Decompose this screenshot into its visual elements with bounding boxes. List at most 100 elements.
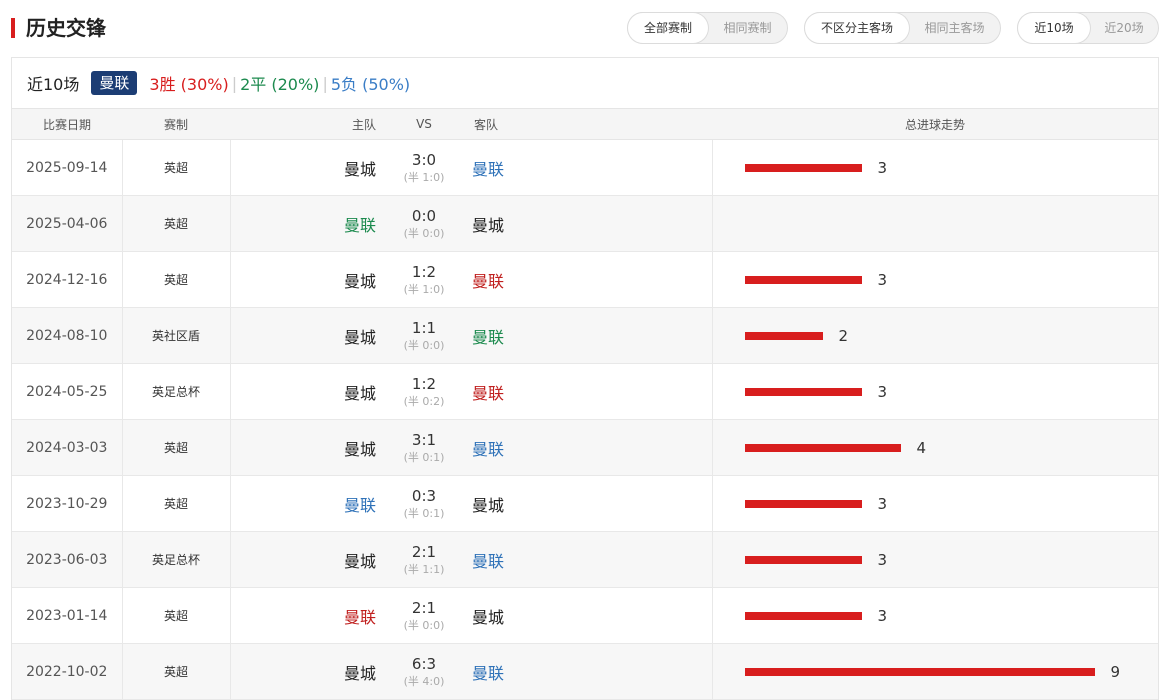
away-team[interactable]: 曼城 bbox=[464, 587, 713, 644]
match-date: 2023-01-14 bbox=[12, 587, 123, 644]
home-team[interactable]: 曼城 bbox=[230, 532, 384, 588]
table-row[interactable]: 2022-10-02 英超 曼城 6:3 (半 4:0) 曼联 9 bbox=[12, 643, 1159, 700]
total-goals-bar bbox=[744, 387, 862, 396]
half-time-score: (半 0:1) bbox=[403, 450, 445, 464]
total-goals-bar-wrap: 9 bbox=[744, 662, 1159, 682]
table-header: 比赛日期 赛制 主队 VS 客队 总进球走势 bbox=[12, 108, 1158, 140]
col-total-trend: 总进球走势 bbox=[712, 108, 1158, 140]
away-team[interactable]: 曼城 bbox=[464, 475, 713, 532]
total-goals-value: 3 bbox=[877, 494, 888, 513]
total-goals-value: 3 bbox=[877, 606, 888, 625]
home-team[interactable]: 曼联 bbox=[230, 588, 384, 644]
total-goals-bar-wrap: 3 bbox=[744, 158, 1159, 178]
away-team[interactable]: 曼联 bbox=[464, 531, 713, 588]
total-goals-value: 3 bbox=[877, 158, 888, 177]
home-team[interactable]: 曼城 bbox=[230, 364, 384, 420]
home-team[interactable]: 曼城 bbox=[230, 644, 384, 700]
col-away: 客队 bbox=[464, 108, 712, 140]
table-row[interactable]: 2023-01-14 英超 曼联 2:1 (半 0:0) 曼城 3 bbox=[12, 587, 1159, 644]
summary-separator: | bbox=[231, 73, 238, 93]
h2h-summary: 近10场 曼联 3胜 (30%) | 2平 (20%) | 5负 (50%) bbox=[12, 58, 1158, 108]
total-goals-trend: 4 bbox=[712, 420, 1158, 476]
match-date: 2023-10-29 bbox=[12, 475, 123, 532]
home-team[interactable]: 曼城 bbox=[230, 420, 384, 476]
home-team[interactable]: 曼联 bbox=[230, 196, 384, 252]
half-time-score: (半 0:0) bbox=[403, 618, 445, 632]
total-goals-bar-wrap: 3 bbox=[744, 606, 1159, 626]
total-goals-bar bbox=[744, 443, 901, 452]
match-competition: 英超 bbox=[122, 587, 231, 644]
table-row[interactable]: 2023-06-03 英足总杯 曼城 2:1 (半 1:1) 曼联 3 bbox=[12, 531, 1158, 588]
count-filter: 近10场 近20场 bbox=[1017, 12, 1159, 44]
total-goals-bar bbox=[744, 275, 862, 284]
match-score-cell: 3:0 (半 1:0) bbox=[384, 140, 464, 196]
filter-any-venue[interactable]: 不区分主客场 bbox=[805, 13, 909, 43]
match-score-cell: 6:3 (半 4:0) bbox=[384, 644, 464, 700]
full-time-score: 1:2 bbox=[411, 262, 437, 281]
half-time-score: (半 1:0) bbox=[403, 282, 445, 296]
away-team[interactable]: 曼联 bbox=[464, 363, 713, 420]
match-date: 2025-09-14 bbox=[12, 139, 123, 196]
table-row[interactable]: 2024-03-03 英超 曼城 3:1 (半 0:1) 曼联 4 bbox=[12, 419, 1158, 476]
summary-separator: | bbox=[322, 73, 328, 93]
home-team[interactable]: 曼城 bbox=[230, 252, 384, 308]
half-time-score: (半 0:1) bbox=[403, 506, 445, 520]
table-row[interactable]: 2024-08-10 英社区盾 曼城 1:1 (半 0:0) 曼联 2 bbox=[12, 307, 1158, 364]
match-competition: 英超 bbox=[122, 139, 231, 196]
match-score-cell: 1:2 (半 0:2) bbox=[384, 364, 464, 420]
filter-same-venue[interactable]: 相同主客场 bbox=[909, 13, 1000, 43]
total-goals-trend: 2 bbox=[712, 308, 1158, 364]
match-score-cell: 3:1 (半 0:1) bbox=[384, 420, 464, 476]
total-goals-bar-wrap: 3 bbox=[744, 382, 1159, 402]
home-team[interactable]: 曼城 bbox=[230, 140, 384, 196]
table-row[interactable]: 2024-05-25 英足总杯 曼城 1:2 (半 0:2) 曼联 3 bbox=[12, 363, 1159, 420]
total-goals-value: 3 bbox=[877, 270, 888, 289]
summary-wins: 3胜 (30%) bbox=[149, 75, 229, 94]
total-goals-value: 2 bbox=[838, 326, 849, 345]
half-time-score: (半 0:0) bbox=[403, 338, 445, 352]
total-goals-bar-wrap: 4 bbox=[744, 438, 1159, 458]
col-date: 比赛日期 bbox=[12, 108, 122, 140]
match-score-cell: 0:0 (半 0:0) bbox=[384, 196, 464, 252]
filter-same-competition[interactable]: 相同赛制 bbox=[708, 13, 787, 43]
filter-all-competitions[interactable]: 全部赛制 bbox=[628, 13, 708, 43]
table-row[interactable]: 2024-12-16 英超 曼城 1:2 (半 1:0) 曼联 3 bbox=[12, 251, 1158, 308]
full-time-score: 1:2 bbox=[411, 374, 437, 393]
col-home: 主队 bbox=[230, 108, 384, 140]
away-team[interactable]: 曼联 bbox=[464, 251, 713, 308]
table-row[interactable]: 2025-09-14 英超 曼城 3:0 (半 1:0) 曼联 3 bbox=[12, 139, 1159, 196]
home-team[interactable]: 曼联 bbox=[230, 476, 384, 532]
away-team[interactable]: 曼联 bbox=[464, 419, 713, 476]
filter-last-10[interactable]: 近10场 bbox=[1018, 13, 1090, 43]
total-goals-bar-wrap: 3 bbox=[744, 494, 1159, 514]
total-goals-value: 3 bbox=[877, 382, 888, 401]
match-competition: 英社区盾 bbox=[122, 307, 231, 364]
away-team[interactable]: 曼联 bbox=[464, 307, 713, 364]
match-date: 2024-08-10 bbox=[12, 307, 123, 364]
full-time-score: 6:3 bbox=[411, 654, 437, 673]
team-badge: 曼联 bbox=[91, 71, 138, 95]
total-goals-trend: 3 bbox=[712, 476, 1158, 532]
away-team[interactable]: 曼联 bbox=[464, 139, 713, 196]
title-accent-bar bbox=[11, 18, 15, 38]
full-time-score: 0:0 bbox=[411, 206, 437, 225]
full-time-score: 1:1 bbox=[411, 318, 437, 337]
match-date: 2024-05-25 bbox=[12, 363, 123, 420]
summary-draws: 2平 (20%) bbox=[240, 75, 320, 94]
col-vs: VS bbox=[384, 108, 464, 140]
filter-last-20[interactable]: 近20场 bbox=[1090, 13, 1158, 43]
table-row[interactable]: 2023-10-29 英超 曼联 0:3 (半 0:1) 曼城 3 bbox=[12, 475, 1158, 532]
home-team[interactable]: 曼城 bbox=[230, 308, 384, 364]
full-time-score: 3:0 bbox=[411, 150, 437, 169]
match-competition: 英足总杯 bbox=[122, 363, 231, 420]
total-goals-bar bbox=[744, 555, 862, 564]
total-goals-bar bbox=[744, 331, 823, 340]
away-team[interactable]: 曼城 bbox=[464, 195, 713, 252]
full-time-score: 2:1 bbox=[411, 598, 437, 617]
away-team[interactable]: 曼联 bbox=[464, 643, 713, 700]
match-competition: 英超 bbox=[122, 195, 231, 252]
table-row[interactable]: 2025-04-06 英超 曼联 0:0 (半 0:0) 曼城 bbox=[12, 195, 1158, 252]
match-score-cell: 2:1 (半 1:1) bbox=[384, 532, 464, 588]
match-competition: 英超 bbox=[122, 251, 231, 308]
total-goals-bar bbox=[744, 667, 1095, 676]
